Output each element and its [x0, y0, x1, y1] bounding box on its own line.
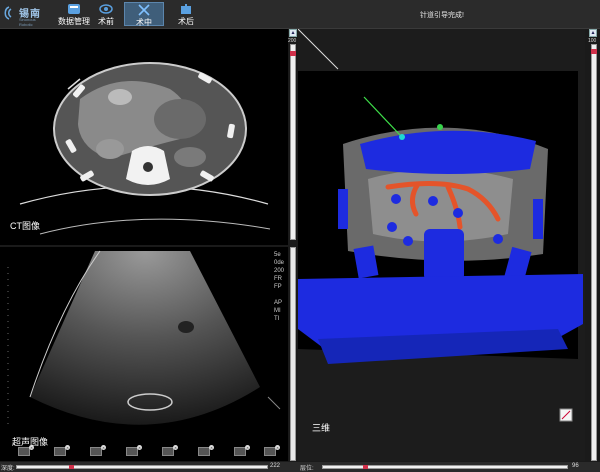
ct-slider-thumb[interactable]: [290, 50, 296, 56]
depth-label: 深度:: [1, 466, 15, 472]
close-icon[interactable]: ×: [209, 445, 214, 450]
close-icon[interactable]: ×: [29, 445, 34, 450]
3d-render-image: [297, 28, 585, 461]
ultrasound-panel[interactable]: 5e 0de 200 FR FP AP MI TI 超声图像 × × × × ×…: [0, 247, 288, 461]
scissors-icon: [138, 4, 150, 16]
us-thumbnail[interactable]: ×: [198, 445, 214, 456]
us-param: AP: [274, 300, 283, 306]
view-3d-label: 三维: [312, 423, 331, 433]
ultrasound-slider[interactable]: [290, 247, 296, 461]
view3d-slider[interactable]: [591, 44, 597, 461]
nav-label: 术后: [178, 17, 194, 26]
us-param: FP: [274, 284, 282, 290]
us-param: 5e: [274, 252, 281, 258]
close-icon[interactable]: ×: [137, 445, 142, 450]
us-thumbnail[interactable]: ×: [234, 445, 250, 456]
layer-value: 96: [572, 463, 579, 469]
us-param: MI: [274, 308, 281, 314]
ultrasound-image: [0, 247, 288, 461]
brand-subtitle: Sinonous Robotic: [19, 17, 36, 27]
ct-scan-image: [0, 29, 288, 245]
us-param: FR: [274, 276, 282, 282]
ct-image-panel[interactable]: CT图像: [0, 29, 288, 245]
us-param: 200: [274, 268, 285, 274]
bottom-slider-bar: 深度: 222 层位: 96: [0, 462, 600, 472]
depth-slider[interactable]: [16, 465, 268, 469]
close-icon[interactable]: ×: [101, 445, 106, 450]
us-thumbnail[interactable]: ×: [126, 445, 142, 456]
ultrasound-parameters: 5e 0de 200 FR FP AP MI TI: [274, 251, 286, 323]
depth-slider-thumb[interactable]: [69, 465, 74, 469]
us-thumbnail[interactable]: ×: [54, 445, 70, 456]
close-icon[interactable]: ×: [275, 445, 280, 450]
ct-depth-slider[interactable]: [290, 44, 296, 240]
us-param: 0de: [274, 260, 285, 266]
layer-slider[interactable]: [322, 465, 568, 469]
ct-panel-label: CT图像: [10, 221, 40, 231]
close-icon[interactable]: ×: [173, 445, 178, 450]
nav-preop[interactable]: 术前: [86, 2, 126, 26]
depth-value: 222: [270, 463, 281, 469]
view-3d-panel[interactable]: 三维: [297, 28, 585, 461]
ultrasound-thumbnail-strip: × × × × × × × ×: [18, 445, 280, 459]
layer-slider-thumb[interactable]: [363, 465, 368, 469]
layer-label: 层位:: [300, 466, 314, 472]
nav-intraop[interactable]: 术中: [124, 2, 164, 27]
close-icon[interactable]: ×: [65, 445, 70, 450]
status-message: 针道引导完成!: [420, 12, 464, 19]
view3d-slider-up-button[interactable]: ▴: [589, 29, 597, 37]
puzzle-icon: [181, 4, 191, 14]
logo-mark-icon: [4, 6, 12, 20]
us-thumbnail[interactable]: ×: [90, 445, 106, 456]
view3d-slider-thumb[interactable]: [591, 49, 597, 55]
top-toolbar: 锡南 Sinonous Robotic 数据管理 术前 术中 术后 针道引导完成…: [0, 0, 600, 29]
us-thumbnail[interactable]: ×: [264, 445, 280, 456]
ct-slider-up-button[interactable]: ▴: [289, 29, 297, 37]
data-management-icon: [68, 4, 80, 14]
eye-icon: [99, 4, 113, 14]
us-param: TI: [274, 316, 280, 322]
us-thumbnail[interactable]: ×: [18, 445, 34, 456]
nav-label: 术前: [98, 17, 114, 26]
us-thumbnail[interactable]: ×: [162, 445, 178, 456]
nav-label: 术中: [136, 18, 152, 27]
nav-postop[interactable]: 术后: [166, 2, 206, 26]
close-icon[interactable]: ×: [245, 445, 250, 450]
brand-logo: 锡南 Sinonous Robotic: [2, 4, 48, 27]
